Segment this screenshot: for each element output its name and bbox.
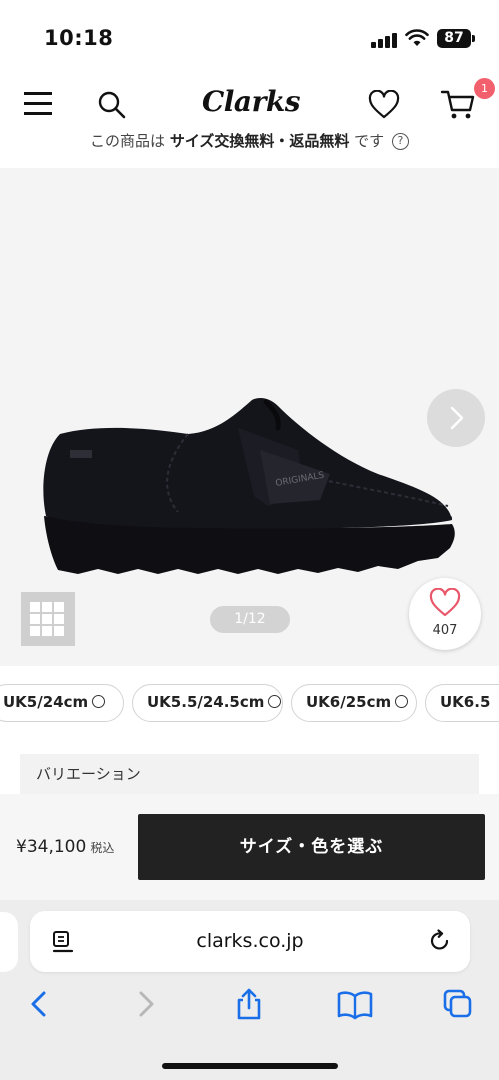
status-time: 10:18 bbox=[44, 26, 114, 50]
tax-label: 税込 bbox=[90, 841, 115, 855]
signal-icon bbox=[371, 32, 399, 48]
heart-icon bbox=[429, 588, 461, 617]
size-label: UK5/24cm bbox=[3, 693, 89, 711]
like-button[interactable]: 407 bbox=[409, 578, 481, 650]
size-chip[interactable]: UK5.5/24.5cm bbox=[132, 684, 283, 722]
size-chip[interactable]: UK5/24cm bbox=[0, 684, 124, 722]
product-image-shoe: ORIGINALS bbox=[43, 398, 455, 574]
promo-highlight: サイズ交換無料・返品無料 bbox=[169, 132, 350, 150]
help-icon[interactable]: ? bbox=[391, 133, 409, 150]
price: ¥34,100 税込 bbox=[16, 837, 114, 857]
address-bar[interactable]: clarks.co.jp bbox=[30, 911, 470, 972]
tabs-icon[interactable] bbox=[443, 988, 473, 1020]
size-label: UK6/25cm bbox=[306, 693, 392, 711]
select-size-color-button[interactable]: サイズ・色を選ぶ bbox=[138, 814, 485, 880]
share-icon[interactable] bbox=[234, 988, 264, 1020]
purchase-bar: ¥34,100 税込 サイズ・色を選ぶ bbox=[0, 794, 499, 900]
battery-tip bbox=[472, 35, 475, 42]
availability-circle-icon bbox=[268, 695, 282, 708]
menu-icon[interactable] bbox=[24, 92, 52, 116]
wifi-icon bbox=[405, 29, 429, 46]
variation-section[interactable]: バリエーション bbox=[20, 754, 479, 794]
product-gallery[interactable]: ORIGINALS 1/12 407 bbox=[0, 168, 499, 666]
size-chip[interactable]: UK6/25cm bbox=[291, 684, 417, 722]
promo-prefix: この商品は bbox=[90, 132, 170, 150]
battery-level: 87 bbox=[437, 29, 471, 48]
size-label: UK5.5/24.5cm bbox=[147, 693, 265, 711]
chevron-right-icon bbox=[450, 406, 464, 430]
next-image-button[interactable] bbox=[427, 389, 485, 447]
forward-icon[interactable] bbox=[131, 988, 161, 1020]
size-label: UK6.5 bbox=[440, 693, 491, 711]
reload-icon[interactable] bbox=[428, 929, 452, 953]
url-text: clarks.co.jp bbox=[196, 930, 304, 952]
bookmarks-icon[interactable] bbox=[337, 988, 373, 1020]
clarks-logo[interactable]: Clarks bbox=[196, 82, 306, 122]
price-value: ¥34,100 bbox=[16, 837, 87, 857]
availability-circle-icon bbox=[92, 695, 106, 708]
promo-banner: この商品は サイズ交換無料・返品無料 です ? bbox=[0, 130, 499, 151]
heart-icon[interactable] bbox=[368, 90, 400, 120]
grid-view-button[interactable] bbox=[21, 592, 75, 646]
site-header: Clarks 1 この商品は サイズ交換無料・返品無料 です ? bbox=[0, 70, 499, 168]
like-count: 407 bbox=[432, 623, 458, 638]
back-icon[interactable] bbox=[24, 988, 54, 1020]
availability-circle-icon bbox=[395, 695, 409, 708]
status-bar: 10:18 87 bbox=[0, 0, 499, 70]
cart-count-badge: 1 bbox=[474, 78, 495, 99]
size-selector: UK5/24cm UK5.5/24.5cm UK6/25cm UK6.5 bbox=[0, 684, 499, 724]
promo-suffix: です bbox=[349, 132, 385, 150]
previous-tab-preview[interactable] bbox=[0, 912, 18, 972]
home-indicator bbox=[162, 1063, 338, 1069]
cart-icon[interactable] bbox=[440, 86, 476, 122]
browser-toolbar: clarks.co.jp bbox=[0, 900, 499, 1080]
image-pager: 1/12 bbox=[210, 606, 290, 633]
size-chip[interactable]: UK6.5 bbox=[425, 684, 499, 722]
search-icon[interactable] bbox=[97, 90, 127, 120]
